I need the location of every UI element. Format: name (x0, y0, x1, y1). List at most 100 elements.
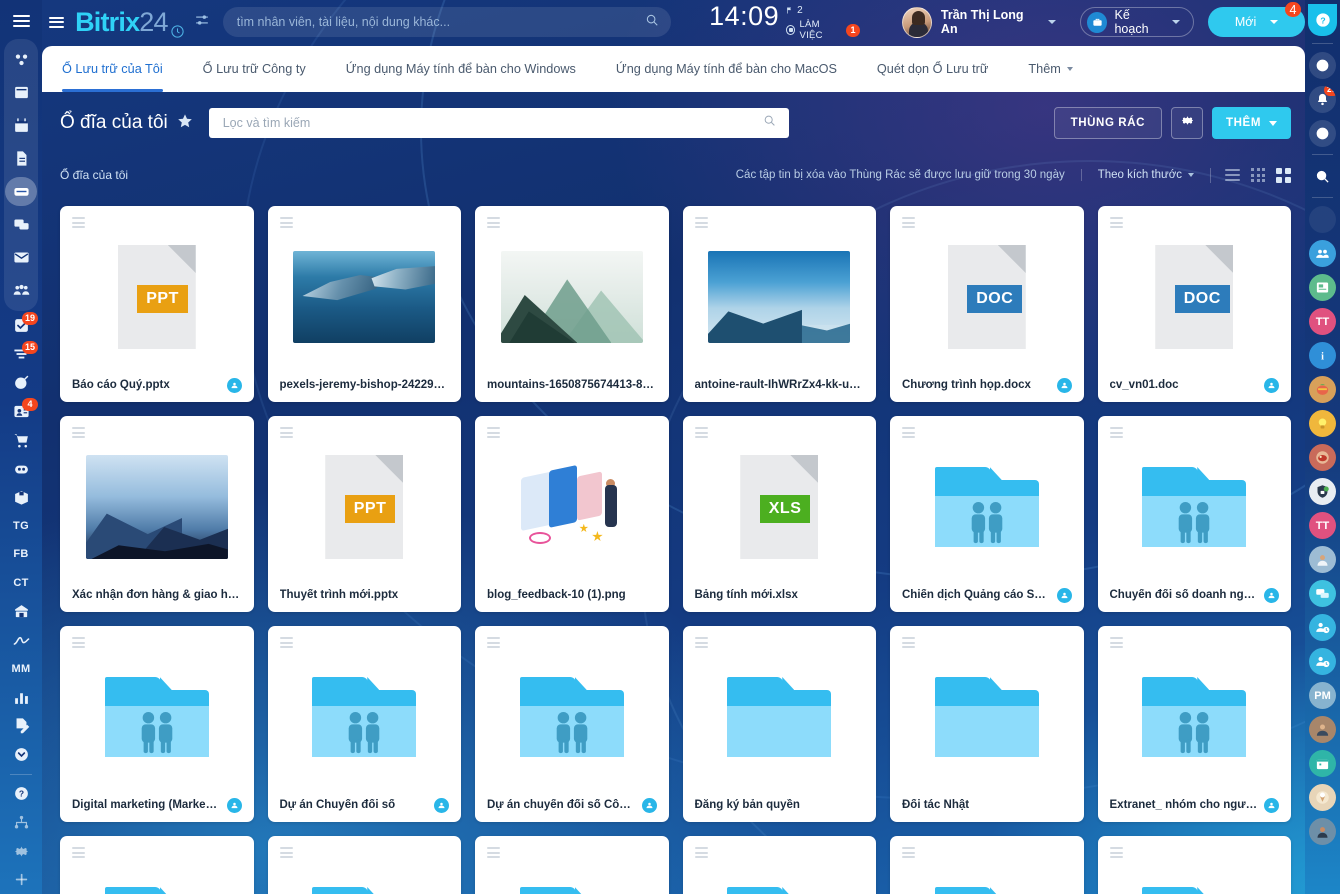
sidebar-item-sign-doc[interactable] (4, 712, 38, 741)
plan-button[interactable]: Kế hoạch (1080, 7, 1195, 37)
lightbulb-icon[interactable] (1309, 410, 1336, 437)
sidebar-item-signature[interactable] (4, 626, 38, 655)
sidebar-item-fb[interactable]: FB (4, 540, 38, 569)
icecream-avatar[interactable] (1309, 784, 1336, 811)
bell-icon[interactable]: 27 (1309, 86, 1336, 113)
card-menu-icon[interactable] (694, 427, 708, 438)
file-card[interactable]: Dự án Chuyển đổi số (267, 626, 461, 822)
sidebar-item-drive[interactable] (4, 175, 38, 208)
sidebar-item-crm[interactable] (4, 369, 38, 398)
card-menu-icon[interactable] (487, 217, 500, 228)
tab-4[interactable]: Quét dọn Ổ Lưu trữ (857, 46, 1009, 92)
bitrix24-logo[interactable]: Bitrix 24 (75, 7, 185, 38)
sidebar-item-box[interactable] (4, 483, 38, 512)
card-menu-icon[interactable] (279, 427, 293, 438)
file-card[interactable]: Đăng ký bản quyền (682, 626, 876, 822)
sidebar-item-mail[interactable] (4, 241, 38, 274)
sidebar-item-collaboration[interactable] (4, 43, 38, 76)
avatar-pm[interactable]: PM (1309, 682, 1336, 709)
list-view-button[interactable] (1225, 169, 1240, 181)
calendar-teal-icon[interactable] (1309, 750, 1336, 777)
grid-large-view-button[interactable] (1276, 167, 1291, 183)
file-card[interactable] (475, 836, 669, 894)
sidebar-item-help[interactable]: ? (4, 780, 38, 809)
favorite-star-icon[interactable] (177, 113, 193, 134)
info-icon[interactable]: i (1309, 342, 1336, 369)
new-button[interactable]: Mới 4 (1208, 2, 1306, 37)
person-avatar-2[interactable] (1309, 716, 1336, 743)
file-card[interactable]: XLS Bảng tính mới.xlsx (682, 416, 876, 612)
flag-counter[interactable]: 2 (786, 5, 860, 16)
file-card[interactable]: Extranet_ nhóm cho người dùng ... (1097, 626, 1291, 822)
file-card[interactable] (682, 836, 876, 894)
grid-small-view-button[interactable] (1251, 168, 1265, 182)
person-clock-icon-2[interactable] (1309, 648, 1336, 675)
file-card[interactable] (60, 836, 254, 894)
sidebar-item-calendar[interactable] (4, 109, 38, 142)
file-card[interactable]: PPT Thuyết trình mới.pptx (267, 416, 461, 612)
card-menu-icon[interactable] (72, 427, 85, 438)
avatar-tt-2[interactable]: TT (1309, 512, 1336, 539)
card-menu-icon[interactable] (72, 847, 85, 858)
file-card[interactable] (890, 836, 1084, 894)
sidebar-item-bar-chart[interactable] (4, 683, 38, 712)
food-avatar[interactable] (1309, 444, 1336, 471)
card-menu-icon[interactable] (72, 637, 85, 648)
card-menu-icon[interactable] (1109, 217, 1123, 228)
sidebar-item-ct[interactable]: CT (4, 569, 38, 598)
app-placeholder-icon[interactable] (1309, 206, 1336, 233)
person-clock-icon[interactable] (1309, 614, 1336, 641)
sidebar-item-funnel[interactable]: 15 (4, 340, 38, 369)
card-menu-icon[interactable] (487, 427, 500, 438)
file-card[interactable]: Dự án chuyển đổi số Công ty Lon... (475, 626, 669, 822)
card-menu-icon[interactable] (487, 637, 500, 648)
sidebar-item-tasks[interactable]: 19 (4, 311, 38, 340)
tab-3[interactable]: Ứng dụng Máy tính để bàn cho MacOS (596, 46, 857, 92)
work-status-row[interactable]: LÀM VIỆC 1 (786, 19, 861, 41)
card-menu-icon[interactable] (1109, 847, 1123, 858)
card-menu-icon[interactable] (902, 847, 915, 858)
person-avatar[interactable] (1309, 546, 1336, 573)
card-menu-icon[interactable] (694, 637, 708, 648)
tab-0[interactable]: Ổ Lưu trữ của Tôi (62, 46, 183, 92)
card-menu-icon[interactable] (694, 847, 708, 858)
file-card[interactable]: blog_feedback-10 (1).png (475, 416, 669, 612)
card-menu-icon[interactable] (1109, 637, 1123, 648)
file-card[interactable] (267, 836, 461, 894)
file-card[interactable]: mountains-1650875674413-8162.jpg (475, 206, 669, 402)
sidebar-item-documents[interactable] (4, 142, 38, 175)
time-tracking-widget[interactable]: 14:09 2 LÀM VIỆC 1 (709, 3, 861, 41)
sidebar-item-bank[interactable] (4, 597, 38, 626)
card-menu-icon[interactable] (279, 847, 293, 858)
card-menu-icon[interactable] (279, 217, 293, 228)
chat-bubble-icon[interactable] (1309, 120, 1336, 147)
groups-app-icon[interactable] (1309, 240, 1336, 267)
sidebar-item-more-collapse[interactable] (4, 740, 38, 769)
sidebar-item-sitemap[interactable] (4, 808, 38, 837)
sidebar-item-bot[interactable] (4, 454, 38, 483)
avatar-tt[interactable]: TT (1309, 308, 1336, 335)
file-card[interactable]: Chuyển đổi số doanh nghiệp Lon... (1097, 416, 1291, 612)
file-card[interactable]: Đối tác Nhật (890, 626, 1084, 822)
sidebar-item-mm[interactable]: MM (4, 654, 38, 683)
sidebar-item-chat[interactable] (4, 208, 38, 241)
card-menu-icon[interactable] (72, 217, 85, 228)
search-input[interactable] (236, 15, 658, 29)
settings-button[interactable] (1171, 107, 1204, 139)
card-menu-icon[interactable] (279, 637, 293, 648)
file-card[interactable]: Digital marketing (Marketing _điệ... (60, 626, 254, 822)
help-icon[interactable]: ? (1308, 4, 1337, 36)
history-clock-icon[interactable] (1309, 52, 1336, 79)
tab-5[interactable]: Thêm (1008, 46, 1092, 92)
file-card[interactable]: DOC Chương trình họp.docx (890, 206, 1084, 402)
file-card[interactable]: Chiến dịch Quảng cáo Sản phẩm ... (890, 416, 1084, 612)
card-menu-icon[interactable] (902, 637, 915, 648)
breadcrumb[interactable]: Ổ đĩa của tôi (60, 168, 128, 182)
filter-input[interactable] (222, 116, 775, 130)
user-menu[interactable]: Trần Thị Long An (902, 6, 1057, 38)
sidebar-item-news-feed[interactable] (4, 76, 38, 109)
toggle-sliders-icon[interactable] (195, 13, 209, 32)
header-menu-toggle[interactable] (42, 16, 71, 28)
file-card[interactable]: PPT Báo cáo Quý.pptx (60, 206, 254, 402)
sidebar-item-tg[interactable]: TG (4, 512, 38, 541)
